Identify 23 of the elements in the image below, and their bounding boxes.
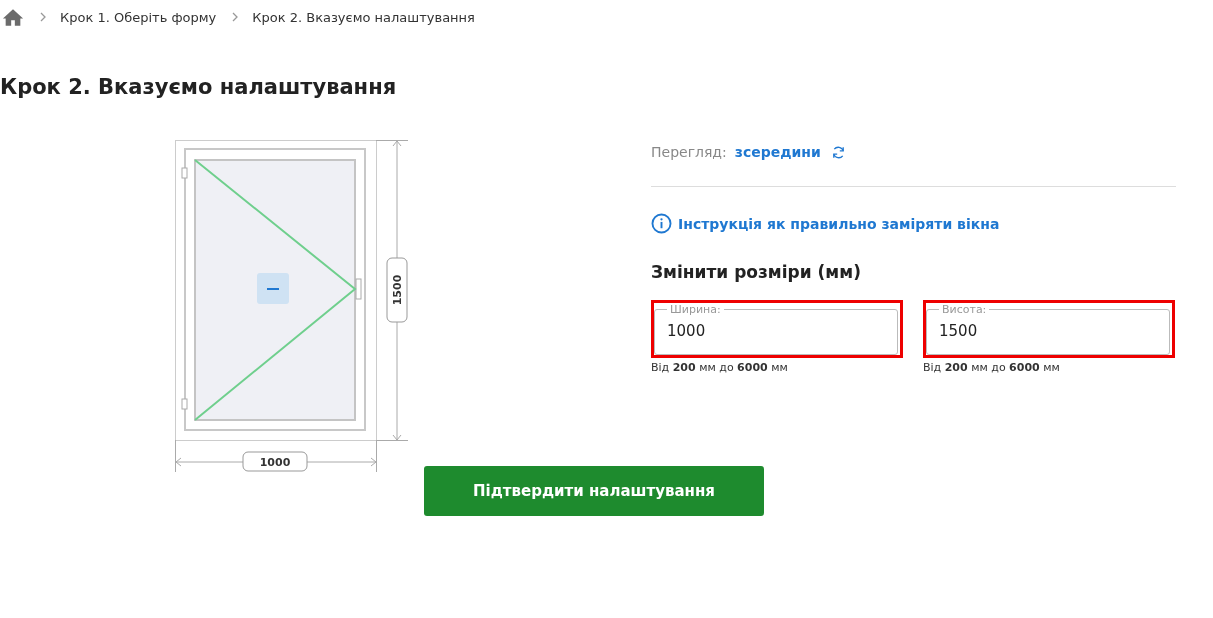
field-label: Висота: — [941, 303, 988, 316]
chevron-icon — [232, 12, 239, 22]
view-toggle-link[interactable]: зсередини — [734, 144, 821, 160]
home-icon[interactable] — [2, 7, 24, 27]
height-label: 1500 — [386, 257, 408, 323]
view-label: Перегляд: — [651, 144, 727, 160]
breadcrumb-link[interactable]: Крок 1. Оберіть форму — [60, 9, 217, 25]
info-icon — [651, 213, 672, 234]
instruction-link[interactable]: Інструкція як правильно заміряти вікна — [678, 215, 1000, 232]
chevron-icon — [40, 12, 46, 22]
confirm-button[interactable]: Підтвердити налаштування — [424, 466, 764, 516]
page-title: Крок 2. Вказуємо налаштування — [0, 74, 398, 101]
sizes-heading: Змінити розміри (мм) — [651, 261, 862, 284]
field-label: Ширина: — [669, 303, 722, 316]
input-field[interactable]: Висота: 1500 — [926, 303, 1170, 355]
input-field[interactable]: 1000 — [667, 316, 885, 348]
field-hint: Від 200 мм до 6000 мм — [923, 361, 1061, 374]
width-label: 1000 — [242, 451, 308, 472]
field-hint: Від 200 мм до 6000 мм — [651, 361, 789, 374]
input-field[interactable]: 1500 — [939, 316, 1157, 348]
breadcrumb-link[interactable]: Крок 2. Вказуємо налаштування — [252, 9, 475, 25]
input-field[interactable]: Ширина: 1000 — [654, 303, 898, 355]
refresh-icon[interactable] — [830, 144, 846, 160]
